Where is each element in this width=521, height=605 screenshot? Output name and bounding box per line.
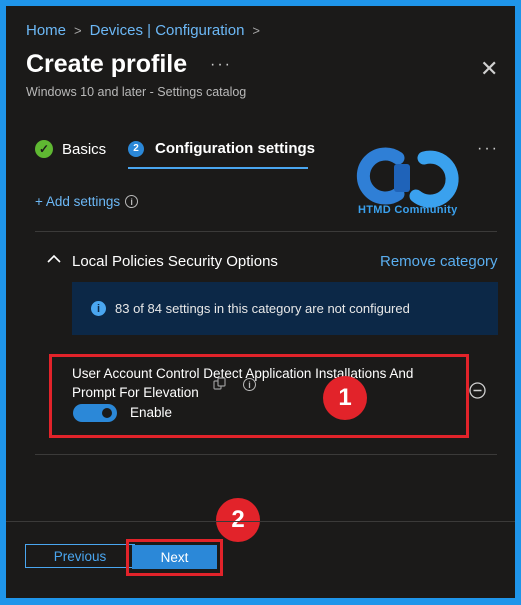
chevron-right-icon: > bbox=[74, 23, 82, 38]
previous-button[interactable]: Previous bbox=[25, 544, 135, 568]
info-banner: i 83 of 84 settings in this category are… bbox=[72, 282, 498, 335]
tab-basics-label: Basics bbox=[62, 140, 107, 158]
close-icon[interactable]: ✕ bbox=[480, 56, 498, 82]
category-title: Local Policies Security Options bbox=[72, 253, 278, 270]
step-number-icon: 2 bbox=[128, 140, 144, 157]
next-button[interactable]: Next bbox=[132, 545, 217, 569]
breadcrumb-item-home[interactable]: Home bbox=[26, 22, 66, 39]
logo-text: HTMD Community bbox=[358, 204, 458, 216]
toggle-label: Enable bbox=[130, 405, 173, 420]
annotation-badge-2: 2 bbox=[216, 498, 260, 542]
add-settings-label: + Add settings bbox=[35, 194, 121, 209]
page-subtitle: Windows 10 and later - Settings catalog bbox=[26, 85, 247, 99]
enable-toggle[interactable] bbox=[73, 404, 117, 422]
create-profile-pane: Home > Devices | Configuration > Create pro… bbox=[6, 6, 515, 598]
remove-setting-icon[interactable] bbox=[469, 382, 486, 399]
checkmark-icon: ✓ bbox=[35, 140, 53, 158]
tabs-more-icon[interactable]: ··· bbox=[477, 140, 499, 158]
breadcrumb-item-devices-configuration[interactable]: Devices | Configuration bbox=[90, 22, 245, 39]
chevron-right-icon: > bbox=[252, 23, 261, 38]
chevron-up-icon[interactable] bbox=[47, 254, 61, 264]
breadcrumb: Home > Devices | Configuration > bbox=[26, 22, 268, 39]
copy-icon[interactable] bbox=[213, 377, 227, 390]
info-banner-text: 83 of 84 settings in this category are n… bbox=[115, 301, 410, 316]
divider bbox=[35, 231, 497, 232]
info-icon[interactable]: i bbox=[243, 378, 256, 391]
divider bbox=[35, 454, 497, 455]
toggle-knob bbox=[102, 408, 112, 418]
annotation-badge-1: 1 bbox=[323, 376, 367, 420]
footer-divider bbox=[6, 521, 515, 522]
info-icon: i bbox=[91, 301, 106, 316]
remove-category-link[interactable]: Remove category bbox=[380, 253, 498, 270]
more-options-icon[interactable]: ··· bbox=[210, 56, 232, 74]
setting-name: User Account Control Detect Application … bbox=[72, 366, 414, 400]
page-title: Create profile bbox=[26, 50, 188, 78]
tab-configuration-settings-label: Configuration settings bbox=[155, 140, 315, 157]
tab-configuration-settings[interactable]: 2 Configuration settings bbox=[128, 140, 315, 157]
tab-basics[interactable]: ✓ Basics bbox=[35, 140, 106, 158]
active-tab-indicator bbox=[128, 167, 308, 169]
add-settings-link[interactable]: + Add settings i bbox=[35, 194, 139, 209]
info-icon[interactable]: i bbox=[125, 195, 139, 208]
